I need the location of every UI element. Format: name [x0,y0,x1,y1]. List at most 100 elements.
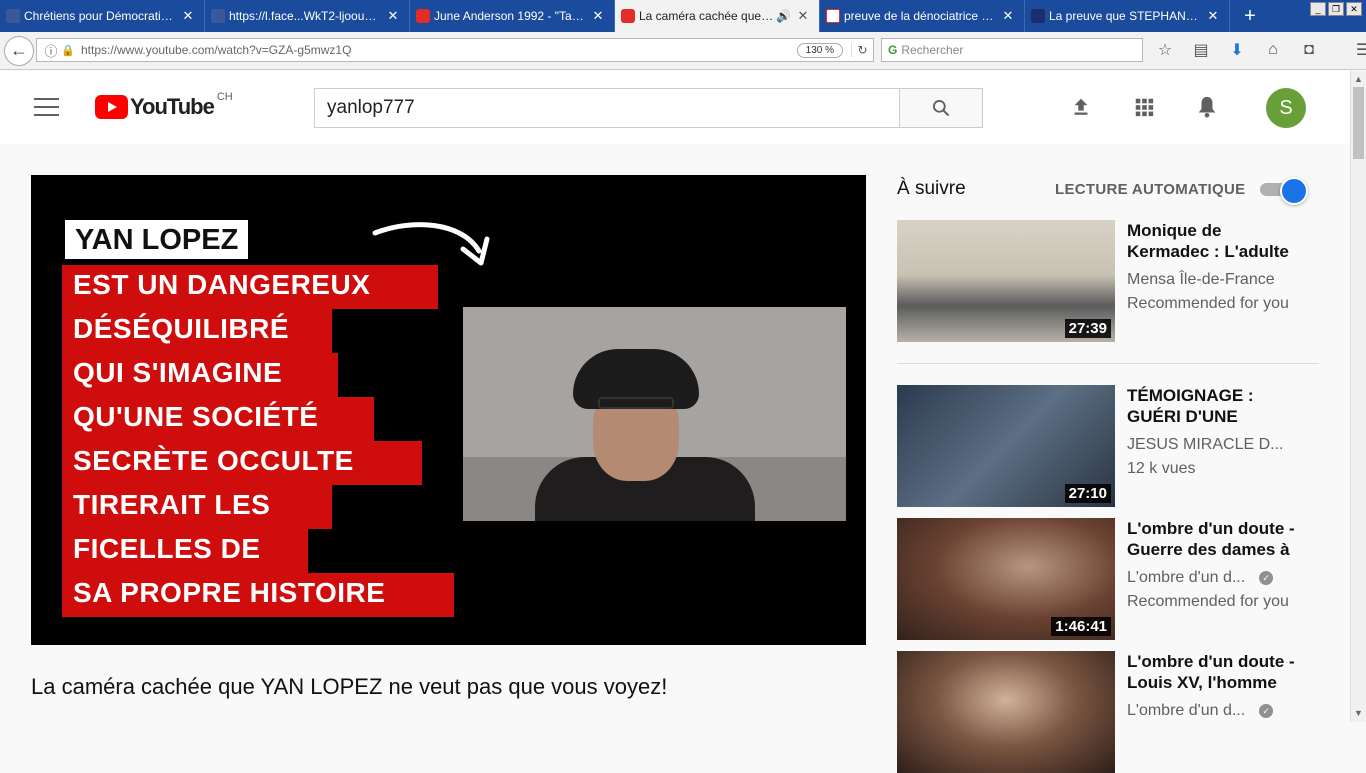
video-thumbnail[interactable]: 27:39 [897,220,1115,342]
new-tab-button[interactable]: + [1230,0,1270,32]
scroll-down-icon[interactable]: ▼ [1354,708,1363,718]
search-button[interactable] [899,88,983,128]
recommended-video[interactable]: 1:46:41 L'ombre d'un doute - Guerre des … [897,518,1327,640]
recommended-video-title[interactable]: L'ombre d'un doute - Louis XV, l'homme [1127,651,1307,693]
verified-check-icon: ✓ [1259,571,1274,585]
duration-badge: 27:10 [1064,484,1111,503]
close-icon[interactable]: ✕ [1205,8,1221,24]
browser-tab[interactable]: La preuve que STEPHANIE ... ✕ [1025,0,1230,32]
url-bar[interactable]: ⓘ 🔒 https://www.youtube.com/watch?v=GZA-… [36,38,874,62]
recommended-video-title[interactable]: Monique de Kermadec : L'adulte [1127,220,1307,262]
close-icon[interactable]: ✕ [180,8,196,24]
facebook-icon [211,9,225,23]
close-icon[interactable]: ✕ [795,8,811,24]
verified-check-icon: ✓ [1259,704,1274,718]
thumbnail-text-line: DÉSÉQUILIBRÉ [73,313,290,344]
close-icon[interactable]: ✕ [385,8,401,24]
close-icon[interactable]: ✕ [590,8,606,24]
channel-row[interactable]: L'ombre d'un d... ✓ [1127,566,1307,590]
notifications-bell-icon[interactable] [1195,95,1219,119]
autoplay-toggle[interactable] [1260,177,1308,205]
scrollbar-thumb[interactable] [1353,87,1364,159]
youtube-icon [621,9,635,23]
browser-nav-bar: ← ⓘ 🔒 https://www.youtube.com/watch?v=GZ… [0,32,1366,70]
thumbnail-text-line: SECRÈTE OCCULTE [73,445,354,476]
search-icon [933,100,950,117]
view-count: 12 k vues [1127,460,1196,477]
download-icon[interactable]: ⬇ [1222,38,1252,62]
upload-icon[interactable] [1069,95,1093,119]
browser-tab[interactable]: June Anderson 1992 - "Tanti ... ✕ [410,0,615,32]
video-thumbnail[interactable] [897,651,1115,773]
info-icon[interactable]: ⓘ [41,41,61,60]
recommended-video-title[interactable]: L'ombre d'un doute - Guerre des dames à [1127,518,1307,560]
recommended-video[interactable]: 27:39 Monique de Kermadec : L'adulte Men… [897,220,1327,342]
youtube-icon [416,9,430,23]
lock-icon: 🔒 [61,44,75,57]
home-icon[interactable]: ⌂ [1258,38,1288,62]
tab-title: https://l.face...WkT2-ljoouE2Q [229,9,381,23]
video-title: La caméra cachée que YAN LOPEZ ne veut p… [31,674,668,699]
tab-title: La caméra cachée que Y... [639,9,775,23]
up-next-heading: À suivre [897,178,966,199]
zoom-level[interactable]: 130 % [796,42,843,58]
thumbnail-text-line: FICELLES DE [73,533,261,564]
tab-title: Chrétiens pour Démocratie dir... [24,9,176,23]
reload-icon[interactable]: ↻ [851,43,873,57]
channel-name[interactable]: L'ombre d'un d... [1127,699,1245,723]
video-player[interactable]: YAN LOPEZ EST UN DANGEREUX DÉSÉQUILIBRÉ … [31,175,866,645]
scroll-up-icon[interactable]: ▲ [1354,74,1363,84]
browser-tab[interactable]: Chrétiens pour Démocratie dir... ✕ [0,0,205,32]
browser-tab[interactable]: https://l.face...WkT2-ljoouE2Q ✕ [205,0,410,32]
apps-grid-icon[interactable] [1132,95,1156,119]
recommended-video-meta: Mensa Île-de-France Recommended for you [1127,268,1307,316]
facebook-icon [6,9,20,23]
tab-title: La preuve que STEPHANIE ... [1049,9,1201,23]
browser-tab-active[interactable]: La caméra cachée que Y... 🔊 ✕ [615,0,820,32]
thumbnail-text-line: QU'UNE SOCIÉTÉ [73,401,319,432]
browser-tab[interactable]: preuve de la dénociatrice de ... ✕ [820,0,1025,32]
youtube-logo[interactable]: YouTube CH [95,91,233,120]
back-button[interactable]: ← [4,35,34,66]
channel-name[interactable]: L'ombre d'un d... [1127,566,1245,590]
video-thumbnail[interactable]: 1:46:41 [897,518,1115,640]
thumbnail-text-line: SA PROPRE HISTOIRE [73,577,386,608]
thumbnail-name-label: YAN LOPEZ [65,220,249,259]
tab-title: June Anderson 1992 - "Tanti ... [434,9,586,23]
maximize-icon[interactable]: ❐ [1328,2,1344,16]
recommended-video[interactable]: 27:10 TÉMOIGNAGE : GUÉRI D'UNE JESUS MIR… [897,385,1327,507]
bookmark-star-icon[interactable]: ☆ [1150,38,1180,62]
search-engine-icon[interactable]: G [888,43,897,57]
divider [897,363,1319,364]
close-window-icon[interactable]: ✕ [1346,2,1362,16]
recommended-video-title[interactable]: TÉMOIGNAGE : GUÉRI D'UNE [1127,385,1307,427]
recommended-video-meta: L'ombre d'un d... ✓ [1127,699,1307,723]
video-thumbnail[interactable]: 27:10 [897,385,1115,507]
close-icon[interactable]: ✕ [1000,8,1016,24]
recommended-video[interactable]: L'ombre d'un doute - Louis XV, l'homme L… [897,651,1327,773]
channel-name[interactable]: JESUS MIRACLE D... [1127,433,1307,457]
speaker-icon[interactable]: 🔊 [776,9,791,23]
pocket-icon[interactable]: ◘ [1294,38,1324,62]
reading-list-icon[interactable]: ▤ [1186,38,1216,62]
duration-badge: 27:39 [1064,319,1111,338]
channel-row[interactable]: L'ombre d'un d... ✓ [1127,699,1307,723]
minimize-icon[interactable]: _ [1310,2,1326,16]
guide-menu-icon[interactable] [34,98,59,116]
page-scrollbar[interactable]: ▲ ▼ [1350,71,1366,722]
browser-search-field[interactable]: G Rechercher [881,38,1143,62]
thumbnail-text-line: QUI S'IMAGINE [73,357,283,388]
url-text[interactable]: https://www.youtube.com/watch?v=GZA-g5mw… [75,43,797,57]
recommendation-reason: Recommended for you [1127,295,1289,312]
youtube-header: YouTube CH yanlop777 S [0,71,1350,144]
channel-name[interactable]: Mensa Île-de-France [1127,268,1307,292]
tab-title: preuve de la dénociatrice de ... [844,9,996,23]
logo-text: YouTube [130,94,215,119]
search-input[interactable]: yanlop777 [314,88,900,128]
dailymotion-icon [1031,9,1045,23]
menu-icon[interactable]: ☰ [1348,38,1366,62]
recommended-video-meta: JESUS MIRACLE D... 12 k vues [1127,433,1307,481]
avatar[interactable]: S [1266,88,1306,128]
youtube-play-icon [95,95,128,119]
recommended-video-meta: L'ombre d'un d... ✓ Recommended for you [1127,566,1307,614]
